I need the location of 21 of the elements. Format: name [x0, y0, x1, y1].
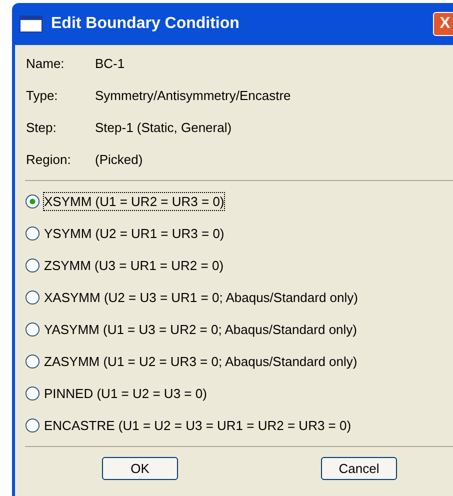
field-label: Name: — [26, 55, 66, 72]
window-title: Edit Boundary Condition — [51, 14, 240, 34]
field-label: Step: — [26, 119, 58, 136]
radio-option[interactable]: PINNED (U1 = U2 = U3 = 0) — [25, 385, 453, 402]
field-value: Step-1 (Static, General) — [95, 119, 232, 136]
radio-option[interactable]: ENCASTRE (U1 = U2 = U3 = UR1 = UR2 = UR3 = 0) — [25, 417, 453, 434]
dialog-button[interactable]: OK — [102, 457, 178, 480]
radio-option[interactable]: YASYMM (U1 = U3 = UR2 = 0; Abaqus/Standard only) — [25, 321, 453, 338]
radio-option[interactable]: XSYMM (U1 = UR2 = UR3 = 0) — [25, 193, 453, 210]
dialog-button[interactable]: Cancel — [321, 457, 397, 480]
field-value: Symmetry/Antisymmetry/Encastre — [95, 87, 291, 104]
field-value: (Picked) — [95, 151, 143, 168]
radio-option[interactable]: XASYMM (U2 = U3 = UR1 = 0; Abaqus/Standard only) — [25, 289, 453, 306]
window-icon — [19, 15, 43, 33]
field-label: Region: — [26, 151, 72, 168]
radio-option[interactable]: ZASYMM (U1 = U2 = UR3 = 0; Abaqus/Standard only) — [25, 353, 453, 370]
close-button[interactable]: X — [433, 12, 453, 36]
field-value: BC-1 — [95, 55, 125, 72]
radio-option[interactable]: YSYMM (U2 = UR1 = UR3 = 0) — [25, 225, 453, 242]
radio-option[interactable]: ZSYMM (U3 = UR1 = UR2 = 0) — [25, 257, 453, 274]
field-label: Type: — [26, 87, 59, 104]
